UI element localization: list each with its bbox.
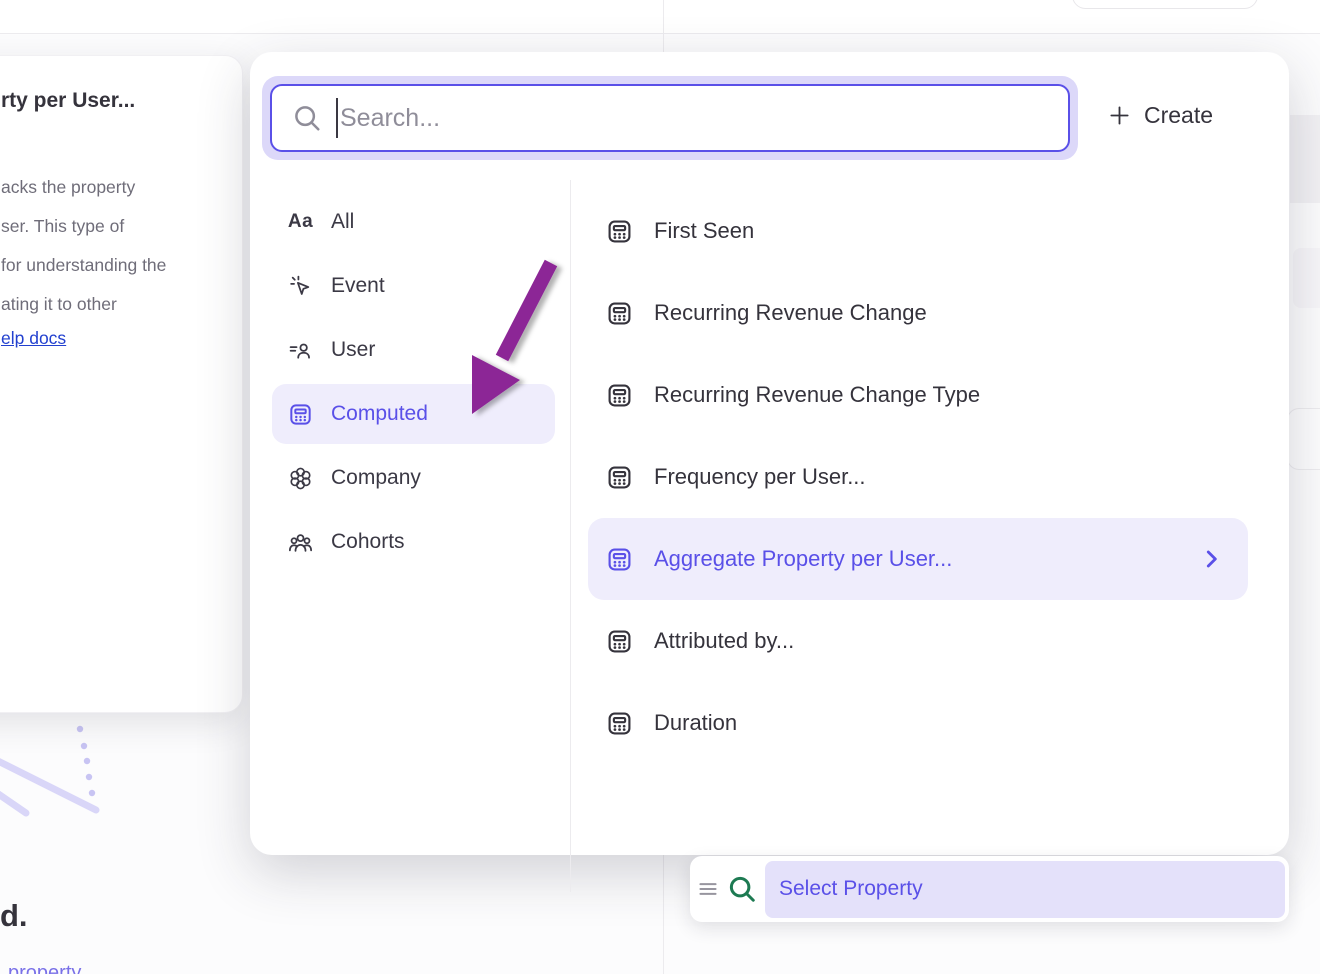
calculator-icon	[606, 300, 633, 327]
property-item-frequency-per-user[interactable]: Frequency per User...	[588, 436, 1248, 518]
category-label: Company	[331, 466, 421, 490]
cohorts-people-icon	[288, 530, 313, 555]
property-label: Recurring Revenue Change Type	[654, 382, 980, 408]
category-tab-event[interactable]: Event	[272, 256, 555, 316]
property-label: Recurring Revenue Change	[654, 300, 927, 326]
property-item-first-seen[interactable]: First Seen	[588, 190, 1248, 272]
calculator-icon	[606, 546, 633, 573]
calculator-icon	[606, 218, 633, 245]
category-label: User	[331, 338, 375, 362]
select-property-button[interactable]: Select Property	[765, 861, 1285, 918]
decorative-chart-lines	[0, 715, 130, 830]
user-profile-icon	[288, 338, 313, 363]
calculator-icon	[606, 382, 633, 409]
search-field-focus-ring	[262, 76, 1078, 160]
category-label: Cohorts	[331, 530, 405, 554]
tooltip-line: ating it to other	[1, 285, 166, 324]
drag-handle-icon[interactable]	[695, 876, 721, 902]
text-format-icon: Aa	[288, 210, 313, 235]
plus-icon	[1108, 104, 1131, 127]
select-property-card: Select Property	[690, 856, 1289, 922]
tooltip-line: acks the property	[1, 168, 166, 207]
property-label: First Seen	[654, 218, 754, 244]
category-tab-computed[interactable]: Computed	[272, 384, 555, 444]
background-panel-fragment	[1293, 248, 1320, 308]
calculator-icon	[288, 402, 313, 427]
company-cluster-icon	[288, 466, 313, 491]
property-item-attributed-by[interactable]: Attributed by...	[588, 600, 1248, 682]
background-panel-fragment	[1290, 115, 1320, 203]
calculator-icon	[606, 628, 633, 655]
category-label: Computed	[331, 402, 428, 426]
property-tooltip-card: rty per User... acks the property ser. T…	[0, 55, 243, 713]
text-caret	[336, 98, 338, 138]
property-item-recurring-revenue-change[interactable]: Recurring Revenue Change	[588, 272, 1248, 354]
category-tab-user[interactable]: User	[272, 320, 555, 380]
property-label: Duration	[654, 710, 737, 736]
search-field[interactable]	[270, 84, 1070, 152]
category-label: Event	[331, 274, 385, 298]
tooltip-description: acks the property ser. This type of for …	[1, 168, 166, 324]
calculator-icon	[606, 710, 633, 737]
category-tab-cohorts[interactable]: Cohorts	[272, 512, 555, 572]
tooltip-line: for understanding the	[1, 246, 166, 285]
tooltip-line: ser. This type of	[1, 207, 166, 246]
property-label: Attributed by...	[654, 628, 794, 654]
clipped-link-fragment[interactable]: property	[8, 962, 88, 974]
property-item-duration[interactable]: Duration	[588, 682, 1248, 764]
event-cursor-icon	[288, 274, 313, 299]
clipped-heading-fragment: d.	[0, 898, 28, 934]
category-tab-company[interactable]: Company	[272, 448, 555, 508]
select-property-label: Select Property	[779, 877, 923, 901]
create-button[interactable]: Create	[1108, 102, 1213, 129]
modal-column-divider	[570, 180, 571, 892]
background-toolbar-button[interactable]	[1072, 0, 1258, 9]
tooltip-title: rty per User...	[1, 89, 135, 113]
property-label: Aggregate Property per User...	[654, 546, 952, 572]
property-search-icon	[727, 874, 757, 904]
property-selector-modal: Create Aa All Event User	[250, 52, 1289, 855]
chevron-right-icon	[1198, 546, 1224, 572]
top-divider	[0, 33, 1320, 34]
background-panel-fragment	[1287, 408, 1320, 470]
property-item-recurring-revenue-change-type[interactable]: Recurring Revenue Change Type	[588, 354, 1248, 436]
calculator-icon	[606, 464, 633, 491]
create-button-label: Create	[1144, 102, 1213, 129]
category-tab-all[interactable]: Aa All	[272, 192, 555, 252]
help-docs-link[interactable]: elp docs	[1, 328, 66, 349]
property-label: Frequency per User...	[654, 464, 866, 490]
search-icon	[292, 103, 322, 133]
search-input[interactable]	[340, 104, 1068, 133]
property-item-aggregate-property-per-user[interactable]: Aggregate Property per User...	[588, 518, 1248, 600]
category-label: All	[331, 210, 354, 234]
